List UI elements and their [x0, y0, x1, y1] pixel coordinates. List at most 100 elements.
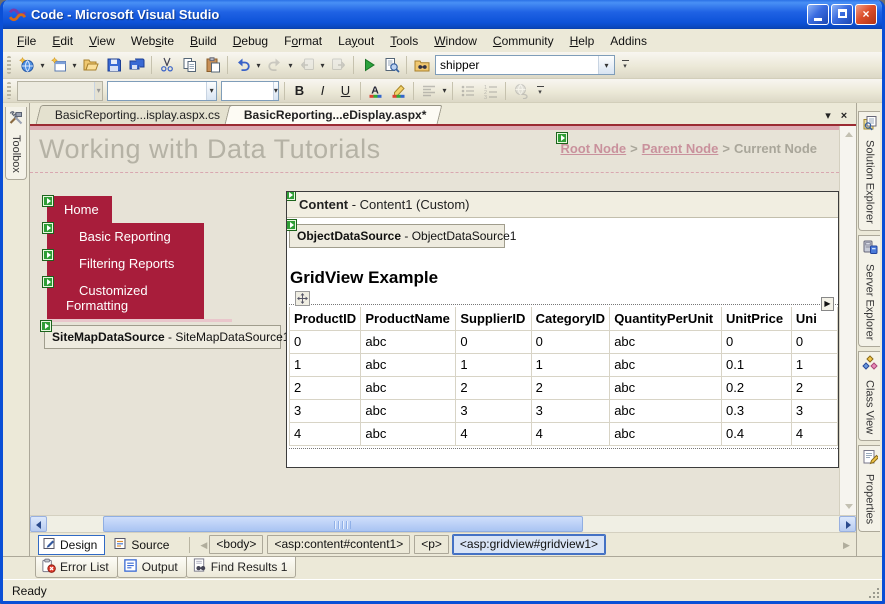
- new-website-button[interactable]: [15, 54, 38, 76]
- scroll-up-icon[interactable]: [842, 128, 855, 141]
- undo-dropdown-icon[interactable]: [254, 54, 263, 76]
- close-button[interactable]: ×: [855, 4, 877, 25]
- design-view-button[interactable]: Design: [38, 534, 106, 555]
- start-debug-button[interactable]: [357, 54, 380, 76]
- document-tab[interactable]: BasicReporting...isplay.aspx.cs: [35, 105, 236, 124]
- font-color-button[interactable]: A: [364, 80, 387, 102]
- size-combobox[interactable]: [221, 80, 279, 101]
- find-combobox-input[interactable]: [436, 58, 599, 72]
- undo-button[interactable]: [231, 54, 254, 76]
- font-combobox[interactable]: [107, 80, 217, 101]
- save-button[interactable]: [102, 54, 125, 76]
- designer-horizontal-scrollbar[interactable]: [30, 515, 856, 532]
- solution-explorer-tab[interactable]: Solution Explorer: [858, 111, 880, 231]
- breadcrumb-root-node[interactable]: Root Node: [556, 132, 626, 156]
- document-tab[interactable]: BasicReporting...eDisplay.aspx*: [224, 105, 443, 124]
- tag-navigator-item[interactable]: <asp:gridview#gridview1>: [451, 534, 607, 555]
- gridview-cell: 4: [530, 421, 611, 446]
- find-in-files-icon: [414, 57, 430, 73]
- save-all-button[interactable]: [125, 54, 148, 76]
- font-combobox-input[interactable]: [108, 83, 207, 98]
- properties-tab[interactable]: Properties: [858, 445, 880, 532]
- nav-menu-item-customized-formatting[interactable]: Customized Formatting: [42, 276, 204, 319]
- toolbar-grip[interactable]: [7, 55, 11, 75]
- tag-navigator-item[interactable]: <asp:content#content1>: [267, 535, 411, 554]
- add-item-dropdown-icon[interactable]: [70, 54, 79, 76]
- gridview-cell: 0.2: [721, 375, 792, 400]
- combobox-dropdown-icon[interactable]: [598, 56, 614, 74]
- menu-addins[interactable]: Addins: [602, 31, 655, 51]
- highlight-button[interactable]: [387, 80, 410, 102]
- find-symbol-button[interactable]: [380, 54, 403, 76]
- nav-menu-item-basic-reporting[interactable]: Basic Reporting: [42, 222, 204, 250]
- combobox-dropdown-icon[interactable]: [272, 81, 278, 100]
- menu-file[interactable]: File: [9, 31, 44, 51]
- copy-button[interactable]: [178, 54, 201, 76]
- smart-tag-button[interactable]: ▶: [821, 297, 834, 311]
- menu-format[interactable]: Format: [276, 31, 330, 51]
- right-tool-strip: Solution Explorer Server Explorer Class Vi…: [857, 103, 882, 556]
- scroll-down-icon[interactable]: [842, 500, 855, 513]
- tag-navigator-item[interactable]: <p>: [414, 535, 449, 554]
- new-website-dropdown-icon[interactable]: [38, 54, 47, 76]
- menu-view[interactable]: View: [81, 31, 123, 51]
- menu-help[interactable]: Help: [562, 31, 603, 51]
- sitemap-datasource-control[interactable]: SiteMapDataSource - SiteMapDataSource1: [40, 320, 289, 349]
- tag-nav-left-icon[interactable]: ◀: [198, 536, 209, 554]
- style-combobox[interactable]: [17, 80, 103, 101]
- find-combobox[interactable]: [435, 55, 615, 75]
- toolbar-overflow-icon[interactable]: [534, 80, 546, 102]
- error-list-tab[interactable]: Error List: [35, 557, 118, 578]
- output-tab[interactable]: Output: [116, 557, 187, 578]
- tag-navigator-item[interactable]: <body>: [209, 535, 264, 554]
- tag-nav-right-icon[interactable]: ▶: [841, 536, 852, 554]
- toolbox-tab[interactable]: Toolbox: [5, 107, 27, 180]
- active-files-dropdown-icon[interactable]: ▾: [820, 109, 836, 124]
- menu-window[interactable]: Window: [426, 31, 485, 51]
- source-view-icon: [114, 537, 131, 553]
- toolbar-overflow-icon[interactable]: [619, 54, 631, 76]
- close-document-icon[interactable]: ×: [836, 110, 852, 124]
- italic-button[interactable]: I: [311, 80, 334, 102]
- server-explorer-tab[interactable]: Server Explorer: [858, 234, 880, 348]
- underline-button[interactable]: U: [334, 80, 357, 102]
- scrollbar-thumb[interactable]: [103, 516, 583, 532]
- menu-debug[interactable]: Debug: [225, 31, 276, 51]
- combobox-dropdown-icon[interactable]: [206, 81, 216, 100]
- open-button[interactable]: [79, 54, 102, 76]
- cut-button[interactable]: [155, 54, 178, 76]
- menu-build[interactable]: Build: [182, 31, 225, 51]
- menu-edit[interactable]: Edit: [44, 31, 81, 51]
- breadcrumb-parent-node[interactable]: Parent Node: [642, 141, 719, 156]
- nav-menu-item-home[interactable]: Home: [42, 195, 112, 223]
- gridview-column-header: ProductName: [360, 307, 457, 331]
- bold-button[interactable]: B: [288, 80, 311, 102]
- nav-menu-item-filtering-reports[interactable]: Filtering Reports: [42, 249, 204, 277]
- designer-vertical-scrollbar[interactable]: [839, 126, 856, 515]
- object-datasource-control[interactable]: ObjectDataSource - ObjectDataSource1: [287, 219, 516, 248]
- size-combobox-input[interactable]: [222, 83, 273, 98]
- maximize-button[interactable]: [831, 4, 853, 25]
- menu-community[interactable]: Community: [485, 31, 562, 51]
- content-placeholder[interactable]: Content - Content1 (Custom) ObjectDataSo…: [286, 191, 839, 468]
- menu-website[interactable]: Website: [123, 31, 182, 51]
- minimize-button[interactable]: [807, 4, 829, 25]
- paste-button[interactable]: [201, 54, 224, 76]
- gridview-control[interactable]: ▶ ProductID ProductName SupplierID Category…: [288, 291, 838, 449]
- find-results-tab[interactable]: Find Results 1: [185, 557, 297, 578]
- find-in-files-button[interactable]: [410, 54, 433, 76]
- scrollbar-track[interactable]: [47, 516, 839, 532]
- toolbar-grip[interactable]: [7, 82, 11, 99]
- style-combobox-input[interactable]: [18, 83, 95, 98]
- add-item-button[interactable]: [47, 54, 70, 76]
- scroll-left-icon[interactable]: [30, 516, 47, 532]
- combobox-dropdown-icon[interactable]: [94, 81, 102, 100]
- resize-grip[interactable]: [877, 596, 879, 598]
- menu-layout[interactable]: Layout: [330, 31, 382, 51]
- move-handle-icon[interactable]: [295, 291, 310, 306]
- server-explorer-label: Server Explorer: [863, 263, 876, 341]
- scroll-right-icon[interactable]: [839, 516, 856, 532]
- class-view-tab[interactable]: Class View: [858, 351, 880, 442]
- menu-tools[interactable]: Tools: [382, 31, 426, 51]
- source-view-button[interactable]: Source: [109, 535, 177, 555]
